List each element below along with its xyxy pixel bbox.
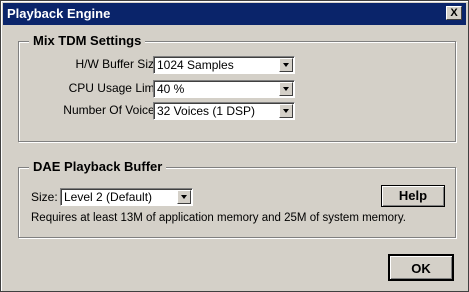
close-icon: X [450, 7, 458, 19]
chevron-down-icon[interactable] [279, 58, 293, 72]
cpu-usage-limit-select[interactable]: 40 % [153, 80, 295, 98]
cpu-usage-limit-value: 40 % [157, 82, 185, 96]
cpu-usage-limit-label: CPU Usage Limit: [68, 81, 164, 95]
ok-button-label: OK [411, 261, 431, 276]
mix-tdm-settings-group: Mix TDM Settings H/W Buffer Size: 1024 S… [18, 33, 456, 142]
hw-buffer-size-select[interactable]: 1024 Samples [153, 56, 295, 74]
number-of-voices-select[interactable]: 32 Voices (1 DSP) [153, 102, 295, 120]
buffer-size-select[interactable]: Level 2 (Default) [60, 188, 193, 206]
chevron-down-icon[interactable] [279, 104, 293, 118]
playback-engine-dialog: Playback Engine X Mix TDM Settings H/W B… [0, 0, 469, 292]
number-of-voices-label: Number Of Voices: [63, 103, 164, 117]
help-button-label: Help [398, 188, 428, 203]
close-button[interactable]: X [446, 6, 462, 20]
chevron-down-icon[interactable] [177, 190, 191, 204]
hw-buffer-size-value: 1024 Samples [157, 58, 234, 72]
dae-playback-buffer-group: DAE Playback Buffer Size: Level 2 (Defau… [18, 159, 456, 238]
title-bar[interactable]: Playback Engine X [3, 3, 466, 25]
mix-tdm-settings-title: Mix TDM Settings [29, 33, 146, 48]
window-title: Playback Engine [7, 6, 111, 21]
memory-requirements-text: Requires at least 13M of application mem… [31, 212, 406, 224]
chevron-down-icon[interactable] [279, 82, 293, 96]
hw-buffer-size-label: H/W Buffer Size: [75, 57, 164, 71]
ok-button[interactable]: OK [388, 254, 454, 281]
buffer-size-label: Size: [31, 190, 58, 204]
dae-playback-buffer-title: DAE Playback Buffer [29, 159, 167, 174]
help-button[interactable]: Help [381, 185, 445, 207]
number-of-voices-value: 32 Voices (1 DSP) [157, 104, 256, 118]
buffer-size-value: Level 2 (Default) [64, 190, 153, 204]
